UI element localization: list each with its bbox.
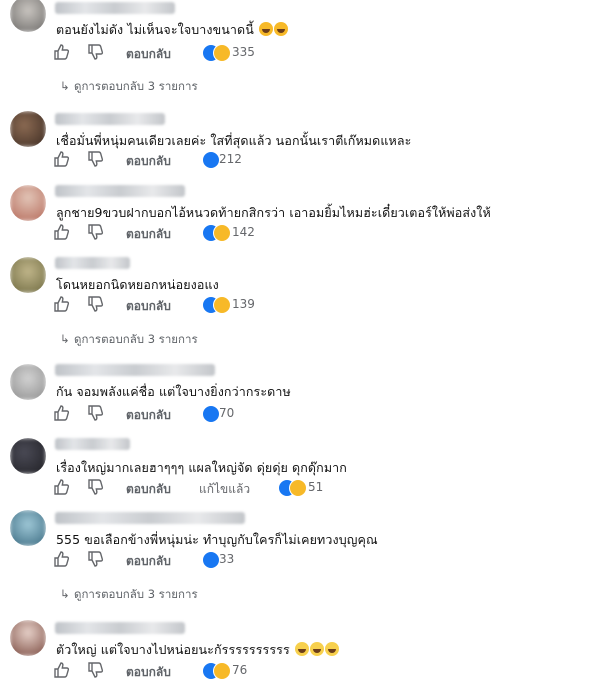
- haha-reaction-icon: [213, 44, 231, 62]
- like-reaction-icon: [202, 551, 220, 569]
- reaction-count: 51: [308, 480, 324, 494]
- dislike-thumb-icon[interactable]: [86, 150, 104, 168]
- dislike-thumb-icon[interactable]: [86, 223, 104, 241]
- like-thumb-icon[interactable]: [52, 223, 70, 241]
- haha-reaction-icon: [213, 662, 231, 680]
- like-thumb-icon[interactable]: [52, 295, 70, 313]
- reply-button[interactable]: ตอบกลับ: [126, 406, 171, 425]
- comment-text: ลูกชาย9ขวบฝากบอกไอ้หนวดท้ายกสิกรว่า เอาอ…: [56, 205, 491, 220]
- avatar[interactable]: [10, 438, 46, 474]
- comment-text: โดนหยอกนิดหยอกหน่อยงอแง: [56, 277, 219, 292]
- reply-arrow-icon: ↳: [60, 79, 70, 93]
- edited-label: แก้ไขแล้ว: [199, 482, 251, 496]
- comment-text-body: ตอนยังไม่ดัง ไม่เห็นจะใจบางขนาดนี้: [56, 22, 254, 37]
- like-reaction-icon: [202, 405, 220, 423]
- comment-actions: ตอบกลับ 33: [52, 550, 592, 570]
- commenter-name[interactable]: [55, 512, 245, 524]
- reply-button[interactable]: ตอบกลับ: [126, 480, 171, 499]
- commenter-name[interactable]: [55, 2, 175, 14]
- dislike-thumb-icon[interactable]: [86, 43, 104, 61]
- commenter-name[interactable]: [55, 622, 185, 634]
- reaction-count: 76: [232, 663, 248, 677]
- avatar[interactable]: [10, 364, 46, 400]
- comment-text: 555 ขอเลือกข้างพี่หนุ่มน่ะ ทำบุญกับใครก็…: [56, 532, 378, 547]
- like-thumb-icon[interactable]: [52, 478, 70, 496]
- view-replies-link[interactable]: ↳ ดูการตอบกลับ 3 รายการ: [60, 586, 198, 604]
- comment-actions: ตอบกลับ แก้ไขแล้ว 51: [52, 478, 592, 498]
- comment-actions: ตอบกลับ 142: [52, 223, 592, 243]
- like-thumb-icon[interactable]: [52, 404, 70, 422]
- commenter-name[interactable]: [55, 438, 130, 450]
- grin-emoji-icon: [309, 642, 324, 656]
- reply-arrow-icon: ↳: [60, 332, 70, 346]
- view-replies-label: ดูการตอบกลับ 3 รายการ: [74, 332, 198, 346]
- grin-emoji-icon: [324, 642, 339, 656]
- like-thumb-icon[interactable]: [52, 661, 70, 679]
- reply-button[interactable]: ตอบกลับ: [126, 663, 171, 682]
- reply-button[interactable]: ตอบกลับ: [126, 225, 171, 244]
- dislike-thumb-icon[interactable]: [86, 295, 104, 313]
- commenter-name[interactable]: [55, 257, 130, 269]
- comment-actions: ตอบกลับ 335: [52, 43, 592, 63]
- reaction-count: 33: [219, 552, 235, 566]
- comment-text: เรื่องใหญ่มากเลยฮาๆๆๆ แผลใหญ่จัด ดุ่ยดุ่…: [56, 460, 347, 475]
- avatar[interactable]: [10, 111, 46, 147]
- laugh-emoji-icon: [258, 22, 273, 36]
- dislike-thumb-icon[interactable]: [86, 661, 104, 679]
- like-reaction-icon: [202, 151, 220, 169]
- dislike-thumb-icon[interactable]: [86, 550, 104, 568]
- view-replies-label: ดูการตอบกลับ 3 รายการ: [74, 587, 198, 601]
- comment-text: ตัวใหญ่ แต่ใจบางไปหน่อยนะกัรรรรรรรรรร: [56, 640, 339, 660]
- reply-arrow-icon: ↳: [60, 587, 70, 601]
- comment-text: เชื่อมั่นพี่หนุ่มคนเดียวเลยค่ะ ใสที่สุดแ…: [56, 133, 412, 148]
- haha-reaction-icon: [213, 224, 231, 242]
- dislike-thumb-icon[interactable]: [86, 478, 104, 496]
- like-thumb-icon[interactable]: [52, 550, 70, 568]
- avatar[interactable]: [10, 257, 46, 293]
- reaction-count: 335: [232, 45, 255, 59]
- reply-button[interactable]: ตอบกลับ: [126, 45, 171, 64]
- comment-actions: ตอบกลับ 212: [52, 150, 592, 170]
- avatar[interactable]: [10, 0, 46, 32]
- reply-button[interactable]: ตอบกลับ: [126, 297, 171, 316]
- comment-actions: ตอบกลับ 139: [52, 295, 592, 315]
- commenter-name[interactable]: [55, 364, 215, 376]
- reaction-count: 212: [219, 152, 242, 166]
- commenter-name[interactable]: [55, 185, 185, 197]
- reaction-count: 139: [232, 297, 255, 311]
- comment-actions: ตอบกลับ 70: [52, 404, 592, 424]
- haha-reaction-icon: [289, 479, 307, 497]
- grin-emoji-icon: [294, 642, 309, 656]
- reaction-count: 142: [232, 225, 255, 239]
- reply-button[interactable]: ตอบกลับ: [126, 552, 171, 571]
- comment-actions: ตอบกลับ 76: [52, 661, 592, 681]
- reply-button[interactable]: ตอบกลับ: [126, 152, 171, 171]
- comment-text: ตอนยังไม่ดัง ไม่เห็นจะใจบางขนาดนี้: [56, 20, 288, 40]
- avatar[interactable]: [10, 185, 46, 221]
- commenter-name[interactable]: [55, 113, 165, 125]
- like-thumb-icon[interactable]: [52, 150, 70, 168]
- avatar[interactable]: [10, 510, 46, 546]
- view-replies-link[interactable]: ↳ ดูการตอบกลับ 3 รายการ: [60, 331, 198, 349]
- view-replies-link[interactable]: ↳ ดูการตอบกลับ 3 รายการ: [60, 78, 198, 96]
- dislike-thumb-icon[interactable]: [86, 404, 104, 422]
- haha-reaction-icon: [213, 296, 231, 314]
- laugh-emoji-icon: [273, 22, 288, 36]
- avatar[interactable]: [10, 620, 46, 656]
- comment-text-body: ตัวใหญ่ แต่ใจบางไปหน่อยนะกัรรรรรรรรรร: [56, 642, 290, 657]
- comment-text: กัน จอมพลังแค่ชื่อ แต่ใจบางยิ่งกว่ากระดา…: [56, 384, 291, 399]
- reaction-count: 70: [219, 406, 235, 420]
- like-thumb-icon[interactable]: [52, 43, 70, 61]
- view-replies-label: ดูการตอบกลับ 3 รายการ: [74, 79, 198, 93]
